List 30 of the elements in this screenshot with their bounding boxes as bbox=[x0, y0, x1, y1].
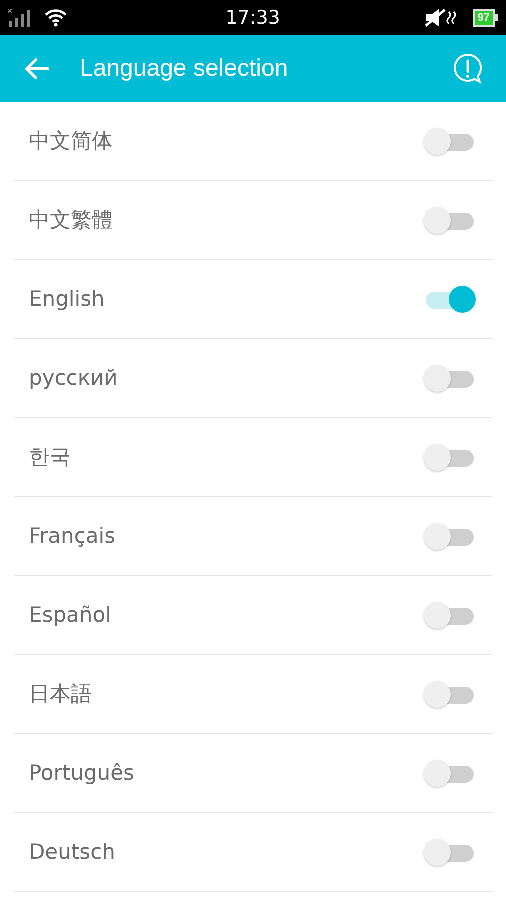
muted-speaker-icon bbox=[424, 8, 459, 28]
screen-title: Language selection bbox=[80, 54, 288, 82]
back-arrow-icon bbox=[24, 56, 50, 80]
back-button[interactable] bbox=[24, 56, 50, 80]
language-label: Español bbox=[29, 603, 112, 627]
feedback-button[interactable] bbox=[452, 52, 484, 84]
wifi-icon bbox=[44, 8, 68, 28]
language-toggle[interactable] bbox=[424, 206, 476, 234]
language-toggle[interactable] bbox=[424, 759, 476, 787]
language-label: Deutsch bbox=[29, 840, 116, 864]
language-toggle[interactable] bbox=[424, 364, 476, 392]
language-toggle[interactable] bbox=[424, 443, 476, 471]
language-toggle[interactable] bbox=[424, 127, 476, 155]
language-toggle[interactable] bbox=[424, 522, 476, 550]
language-label: Português bbox=[29, 761, 134, 785]
language-label: 日本語 bbox=[29, 681, 92, 708]
signal-icon bbox=[8, 8, 32, 26]
language-toggle[interactable] bbox=[424, 285, 476, 313]
language-label: 한국 bbox=[29, 444, 71, 471]
language-toggle[interactable] bbox=[424, 838, 476, 866]
language-toggle[interactable] bbox=[424, 680, 476, 708]
language-label: English bbox=[29, 287, 105, 311]
language-label: 中文繁體 bbox=[29, 207, 113, 234]
language-label: русский bbox=[29, 366, 118, 390]
battery-icon: 97 bbox=[472, 8, 498, 26]
language-label: 中文简体 bbox=[29, 128, 113, 155]
clock-time: 17:33 bbox=[224, 6, 282, 28]
language-toggle[interactable] bbox=[424, 601, 476, 629]
language-label: Français bbox=[29, 524, 116, 548]
exclamation-bubble-icon bbox=[452, 52, 484, 84]
